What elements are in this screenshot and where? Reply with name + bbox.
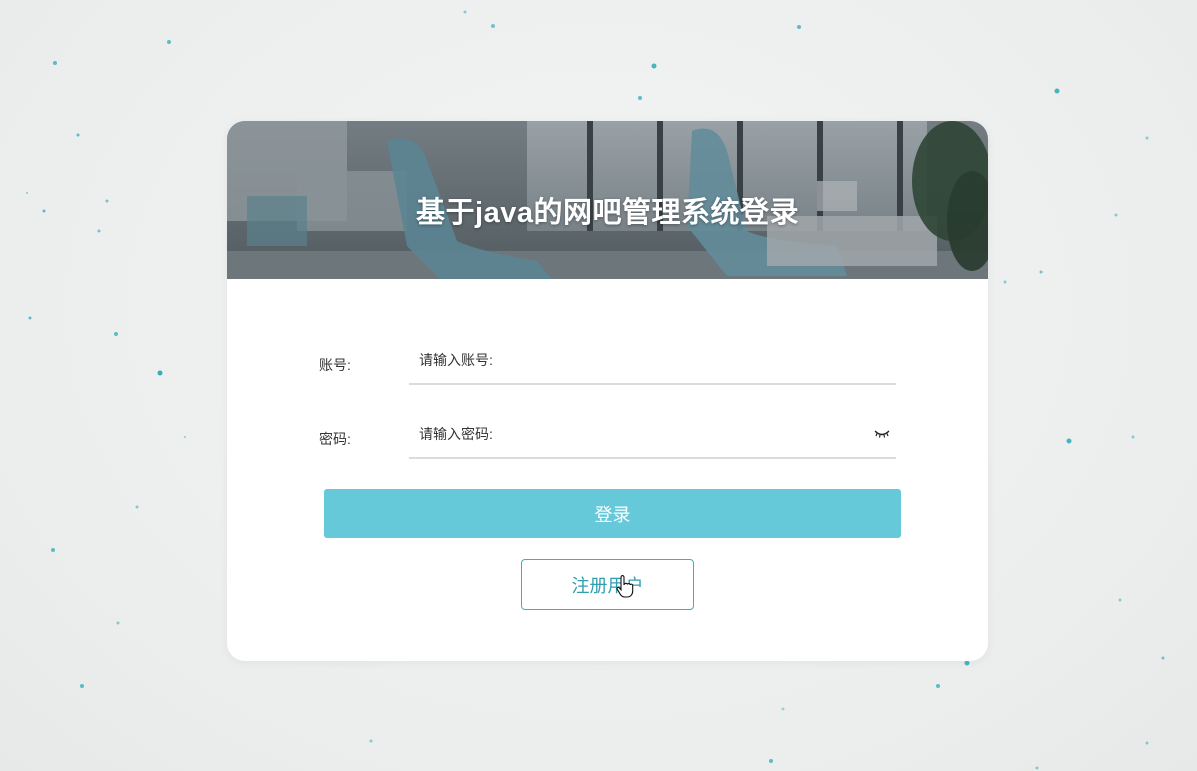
account-row: 账号:	[227, 337, 988, 387]
account-field-wrap	[409, 337, 896, 385]
login-button[interactable]: 登录	[324, 489, 901, 538]
register-button[interactable]: 注册用户	[521, 559, 694, 610]
account-input[interactable]	[409, 337, 869, 383]
password-row: 密码:	[227, 411, 988, 461]
password-field-wrap	[409, 411, 896, 459]
login-page: 基于java的网吧管理系统登录 账号: 密码: 登录 注册用户	[0, 0, 1197, 771]
password-input[interactable]	[409, 411, 869, 457]
eye-closed-icon[interactable]	[874, 428, 890, 440]
password-label: 密码:	[319, 431, 351, 447]
login-card: 基于java的网吧管理系统登录 账号: 密码: 登录 注册用户	[227, 121, 988, 661]
account-label: 账号:	[319, 357, 351, 373]
banner: 基于java的网吧管理系统登录	[227, 121, 988, 279]
page-title: 基于java的网吧管理系统登录	[416, 197, 799, 229]
